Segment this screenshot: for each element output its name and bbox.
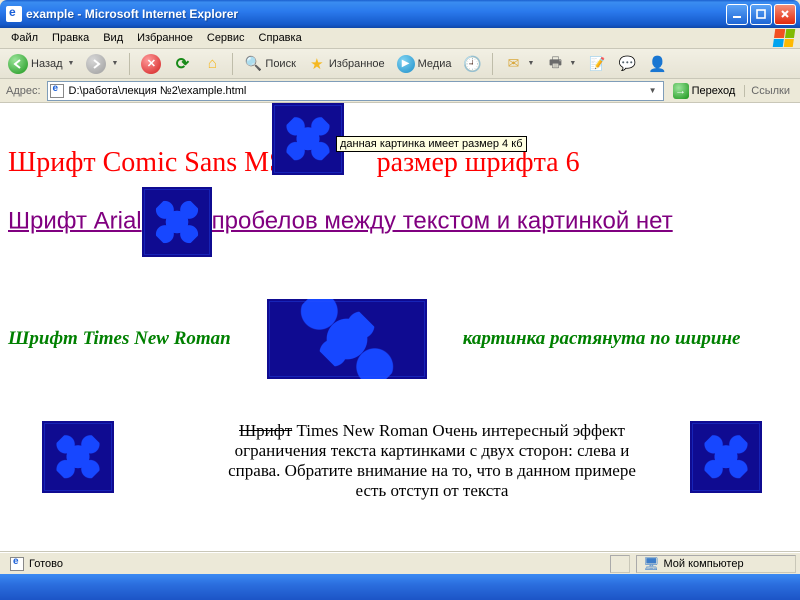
tnr-green-a: Шрифт Times New Roman [8, 328, 231, 350]
favorites-button[interactable]: ★ Избранное [304, 52, 389, 76]
favorites-label: Избранное [329, 58, 385, 70]
address-field-wrap[interactable]: ▼ [47, 81, 664, 101]
back-label: Назад [31, 58, 63, 70]
mail-button[interactable]: ✉▼ [500, 52, 538, 76]
back-dropdown-icon: ▼ [68, 60, 75, 67]
window-close-button[interactable] [774, 4, 796, 25]
go-label: Переход [692, 85, 736, 97]
menu-file[interactable]: Файл [4, 30, 45, 46]
standard-toolbar: Назад ▼ ▼ ✕ ⟳ ⌂ 🔍 Поиск ★ Избранное ▶ Ме… [0, 49, 800, 79]
my-computer-icon: 🖥 [643, 556, 660, 572]
discuss-button[interactable]: 💬 [614, 52, 640, 76]
ornament-image-1 [272, 103, 344, 175]
menu-view[interactable]: Вид [96, 30, 130, 46]
image-tooltip: данная картинка имеет размер 4 кб [336, 136, 527, 152]
address-bar: Адрес: ▼ → Переход Ссылки [0, 79, 800, 103]
links-label[interactable]: Ссылки [744, 85, 796, 97]
ie-app-icon [6, 6, 22, 22]
messenger-button[interactable]: 👤 [644, 52, 670, 76]
menu-edit[interactable]: Правка [45, 30, 96, 46]
comic-text-a: Шрифт Comic Sans MS [8, 147, 285, 178]
text-arial-link[interactable]: Шрифт Arial пробелов между текстом и карт… [8, 187, 792, 257]
media-icon: ▶ [397, 55, 415, 73]
home-button[interactable]: ⌂ [199, 52, 225, 76]
window-maximize-button[interactable] [750, 4, 772, 25]
page-viewport: данная картинка имеет размер 4 кб Шрифт … [0, 103, 800, 552]
back-button[interactable]: Назад ▼ [4, 52, 78, 76]
messenger-icon: 👤 [648, 55, 666, 73]
status-done-text: Готово [29, 558, 63, 570]
done-icon [10, 557, 24, 571]
media-label: Медиа [418, 58, 452, 70]
mail-dropdown-icon: ▼ [527, 60, 534, 67]
history-button[interactable]: 🕘 [459, 52, 485, 76]
home-icon: ⌂ [203, 55, 221, 73]
windows-flag-icon [773, 29, 796, 47]
print-dropdown-icon: ▼ [569, 60, 576, 67]
go-button[interactable]: → Переход [668, 81, 741, 101]
search-button[interactable]: 🔍 Поиск [240, 52, 299, 76]
menu-help[interactable]: Справка [252, 30, 309, 46]
menu-favorites[interactable]: Избранное [130, 30, 200, 46]
status-pane-empty-1 [610, 555, 630, 573]
print-icon: 🖶 [546, 55, 564, 73]
ornament-image-4-left [42, 421, 114, 493]
ornament-image-5-right [690, 421, 762, 493]
status-bar: Готово 🖥 Мой компьютер [0, 552, 800, 574]
forward-dropdown-icon: ▼ [111, 60, 118, 67]
address-label: Адрес: [4, 85, 43, 97]
refresh-icon: ⟳ [173, 55, 191, 73]
forward-button[interactable]: ▼ [82, 52, 122, 76]
tnr-strike: Шрифт [239, 421, 292, 440]
edit-icon: 📝 [588, 55, 606, 73]
status-main-pane: Готово [4, 555, 604, 573]
arial-text-a: Шрифт Arial [8, 207, 142, 234]
window-titlebar: example - Microsoft Internet Explorer [0, 0, 800, 28]
menu-tools[interactable]: Сервис [200, 30, 252, 46]
discuss-icon: 💬 [618, 55, 636, 73]
mail-icon: ✉ [504, 55, 522, 73]
star-icon: ★ [308, 55, 326, 73]
stop-icon: ✕ [141, 54, 161, 74]
search-label: Поиск [265, 58, 295, 70]
address-input[interactable] [67, 84, 645, 98]
stop-button[interactable]: ✕ [137, 52, 165, 76]
forward-arrow-icon [86, 54, 106, 74]
back-arrow-icon [8, 54, 28, 74]
refresh-button[interactable]: ⟳ [169, 52, 195, 76]
media-button[interactable]: ▶ Медиа [393, 52, 456, 76]
print-button[interactable]: 🖶▼ [542, 52, 580, 76]
address-dropdown-icon[interactable]: ▼ [645, 86, 661, 95]
menu-bar: Файл Правка Вид Избранное Сервис Справка [0, 28, 800, 49]
window-title: example - Microsoft Internet Explorer [26, 7, 238, 21]
search-icon: 🔍 [244, 55, 262, 73]
page-icon [50, 84, 64, 98]
windows-taskbar[interactable] [0, 574, 800, 600]
edit-button[interactable]: 📝 [584, 52, 610, 76]
arial-text-b: пробелов между текстом и картинкой нет [212, 207, 673, 234]
ornament-image-3-wide [267, 299, 427, 379]
window-minimize-button[interactable] [726, 4, 748, 25]
status-zone-text: Мой компьютер [664, 558, 744, 570]
go-arrow-icon: → [673, 83, 689, 99]
status-zone-pane: 🖥 Мой компьютер [636, 555, 796, 573]
ornament-image-2 [142, 187, 212, 257]
tnr-paragraph: Шрифт Times New Roman Очень интересный э… [8, 421, 792, 501]
history-icon: 🕘 [463, 55, 481, 73]
tnr-green-b: картинка растянута по ширине [463, 328, 741, 350]
